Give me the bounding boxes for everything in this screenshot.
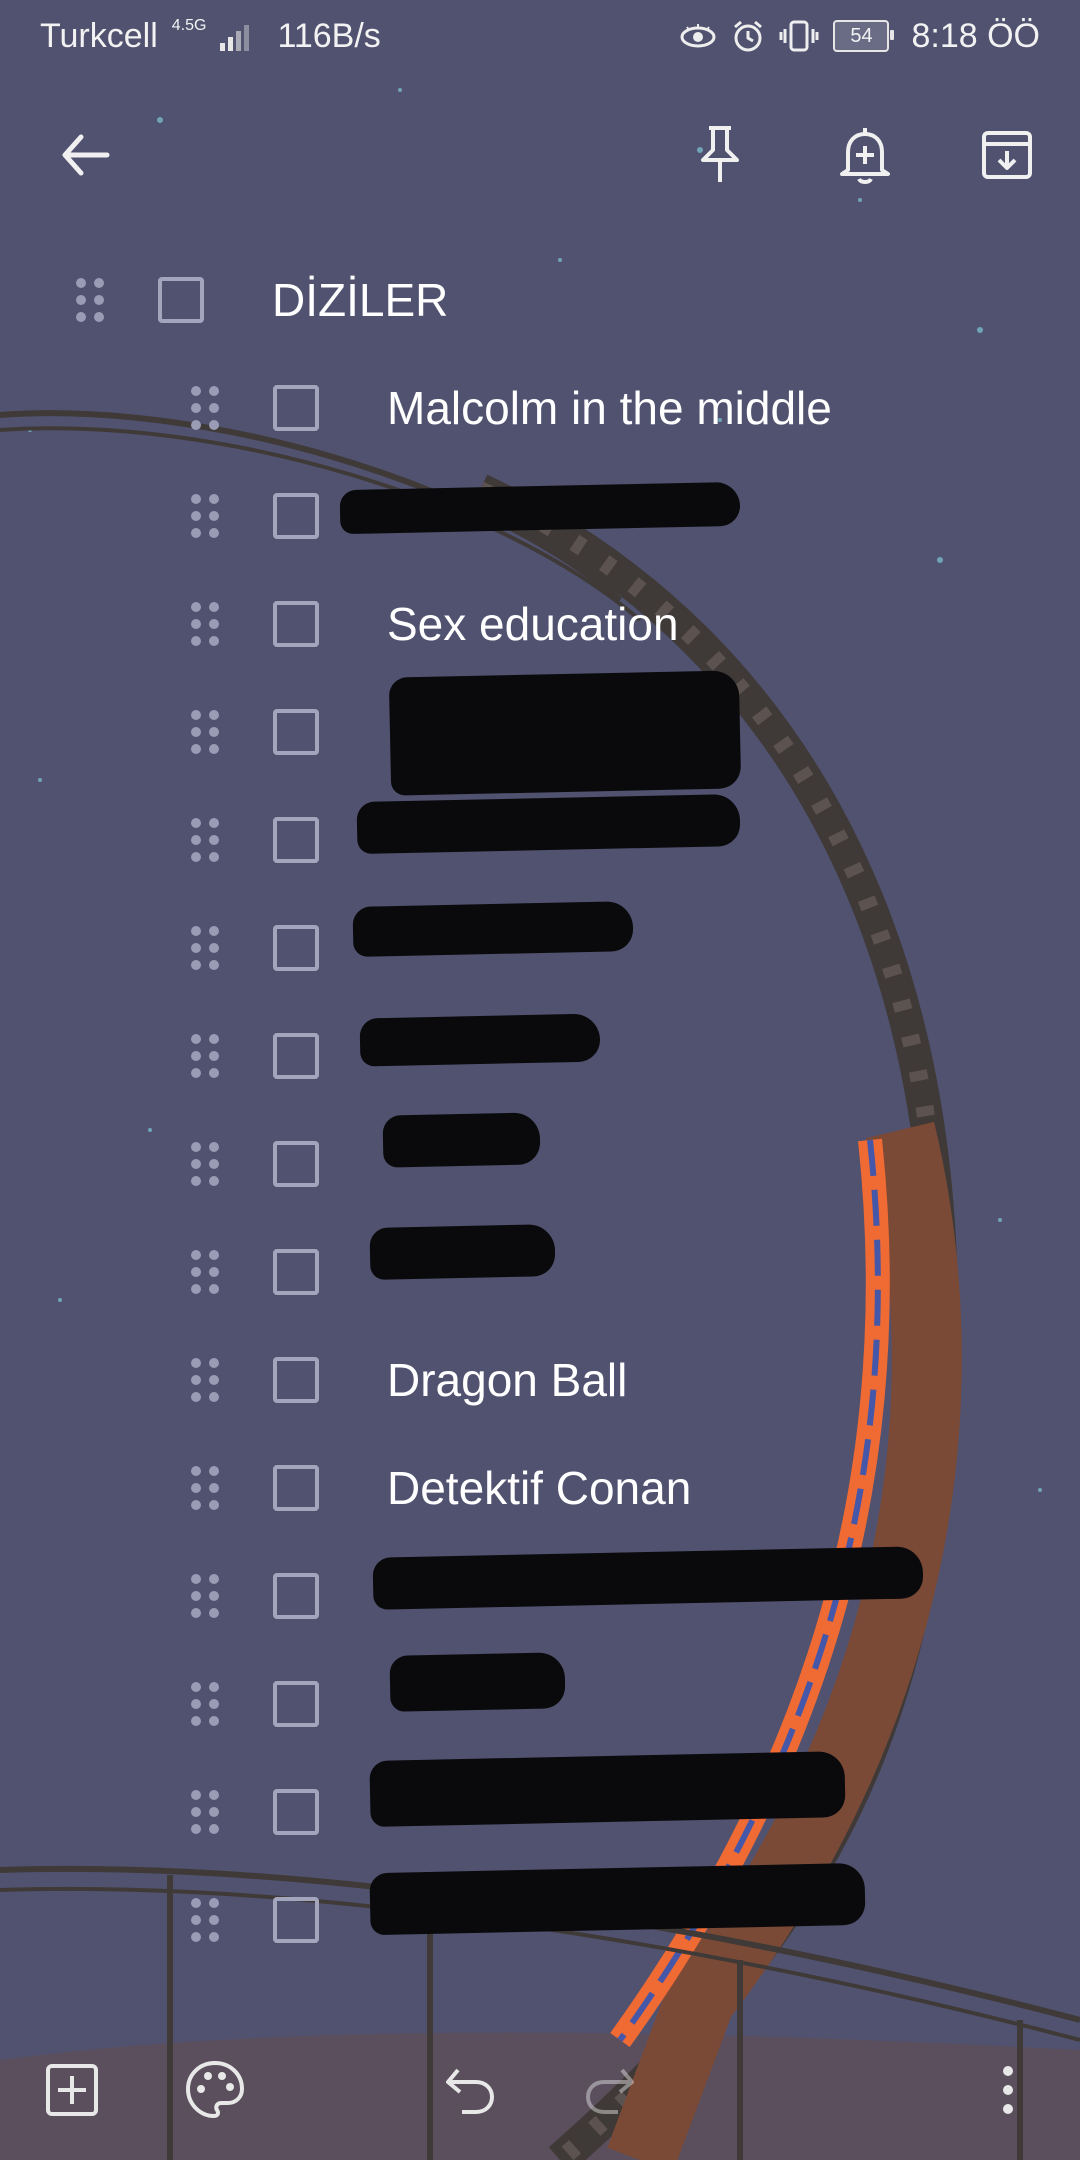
drag-handle-icon[interactable] — [185, 1682, 225, 1726]
reminder-button[interactable] — [810, 100, 920, 210]
checkbox[interactable] — [273, 925, 319, 971]
checklist-item[interactable] — [185, 1654, 387, 1754]
clock: 8:18 ÖÖ — [911, 16, 1040, 55]
pin-button[interactable] — [665, 100, 775, 210]
drag-handle-icon[interactable] — [185, 818, 225, 862]
network-type: 4.5G — [171, 17, 207, 34]
checkbox[interactable] — [273, 601, 319, 647]
palette-button[interactable] — [165, 2040, 265, 2140]
archive-icon — [982, 131, 1032, 179]
checkbox[interactable] — [273, 1033, 319, 1079]
checklist-item[interactable] — [185, 1114, 387, 1214]
redaction-mark — [339, 481, 741, 535]
undo-icon — [446, 2068, 494, 2114]
network-speed: 116B/s — [277, 16, 381, 55]
checkbox[interactable] — [273, 1681, 319, 1727]
battery-icon: 54 — [833, 20, 895, 52]
checklist-item[interactable]: Detektif Conan — [185, 1438, 691, 1538]
checklist-item[interactable]: Malcolm in the middle — [185, 358, 832, 458]
checklist-item[interactable] — [185, 1762, 387, 1862]
checklist-item[interactable] — [185, 1870, 387, 1970]
undo-button[interactable] — [420, 2040, 520, 2140]
redaction-mark — [382, 1112, 541, 1168]
back-button[interactable] — [30, 100, 140, 210]
checkbox[interactable] — [273, 1141, 319, 1187]
checkbox[interactable] — [273, 1249, 319, 1295]
drag-handle-icon[interactable] — [185, 1790, 225, 1834]
drag-handle-icon[interactable] — [185, 1142, 225, 1186]
redo-button[interactable] — [560, 2040, 660, 2140]
drag-handle-icon[interactable] — [185, 1358, 225, 1402]
alarm-icon — [734, 20, 763, 52]
carrier-name: Turkcell — [40, 16, 158, 55]
checklist-item-text[interactable]: Sex education — [387, 597, 679, 651]
more-vert-icon — [1003, 2066, 1013, 2114]
checkbox[interactable] — [273, 817, 319, 863]
checklist-item[interactable]: Dragon Ball — [185, 1330, 627, 1430]
checklist-item[interactable]: Sex education — [185, 574, 679, 674]
eye-comfort-icon — [680, 24, 716, 48]
checklist-item[interactable] — [185, 682, 387, 782]
redaction-mark — [389, 1652, 566, 1712]
checkbox[interactable] — [273, 493, 319, 539]
drag-handle-icon[interactable] — [185, 602, 225, 646]
palette-icon — [185, 2060, 245, 2119]
add-button[interactable] — [22, 2040, 122, 2140]
archive-button[interactable] — [952, 100, 1062, 210]
drag-handle-icon[interactable] — [185, 926, 225, 970]
redaction-mark — [356, 793, 741, 855]
drag-handle-icon[interactable] — [185, 386, 225, 430]
checklist-item-text[interactable]: Dragon Ball — [387, 1353, 627, 1407]
drag-handle-icon[interactable] — [185, 494, 225, 538]
redaction-mark — [352, 901, 634, 957]
drag-handle-icon[interactable] — [185, 1466, 225, 1510]
drag-handle-icon[interactable] — [185, 710, 225, 754]
bottom-toolbar — [0, 2040, 1080, 2140]
bell-plus-icon — [840, 128, 890, 184]
redo-icon — [586, 2068, 634, 2114]
checkbox[interactable] — [273, 1357, 319, 1403]
checkbox[interactable] — [273, 385, 319, 431]
redaction-mark — [359, 1013, 601, 1067]
checkbox[interactable] — [273, 709, 319, 755]
checkbox[interactable] — [273, 1465, 319, 1511]
drag-handle-icon[interactable] — [185, 1574, 225, 1618]
checkbox[interactable] — [158, 277, 204, 323]
pin-icon — [701, 126, 739, 182]
drag-handle-icon[interactable] — [185, 1250, 225, 1294]
battery-level: 54 — [850, 24, 873, 47]
redaction-mark — [369, 1751, 846, 1827]
drag-handle-icon[interactable] — [185, 1034, 225, 1078]
more-options-button[interactable] — [958, 2040, 1058, 2140]
checkbox[interactable] — [273, 1897, 319, 1943]
checklist-item[interactable] — [185, 1222, 387, 1322]
add-box-icon — [46, 2064, 98, 2116]
checkbox[interactable] — [273, 1573, 319, 1619]
checklist-item-text[interactable]: Malcolm in the middle — [387, 381, 832, 435]
note-toolbar — [0, 100, 1080, 210]
checklist-item[interactable] — [185, 1006, 387, 1106]
checklist-title[interactable]: DİZİLER — [272, 273, 448, 327]
drag-handle-icon[interactable] — [185, 1898, 225, 1942]
checklist-item[interactable] — [185, 1546, 387, 1646]
redaction-mark — [369, 1862, 866, 1936]
vibrate-icon — [779, 20, 819, 52]
signal-icon — [220, 21, 250, 51]
redaction-mark — [388, 670, 742, 796]
redaction-mark — [369, 1224, 556, 1280]
arrow-left-icon — [62, 134, 110, 176]
checklist-parent-row[interactable]: DİZİLER — [70, 250, 448, 350]
status-bar: Turkcell 4.5G 116B/s 54 8:18 ÖÖ — [0, 0, 1080, 72]
checklist-item-text[interactable]: Detektif Conan — [387, 1461, 691, 1515]
checkbox[interactable] — [273, 1789, 319, 1835]
drag-handle-icon[interactable] — [70, 278, 110, 322]
